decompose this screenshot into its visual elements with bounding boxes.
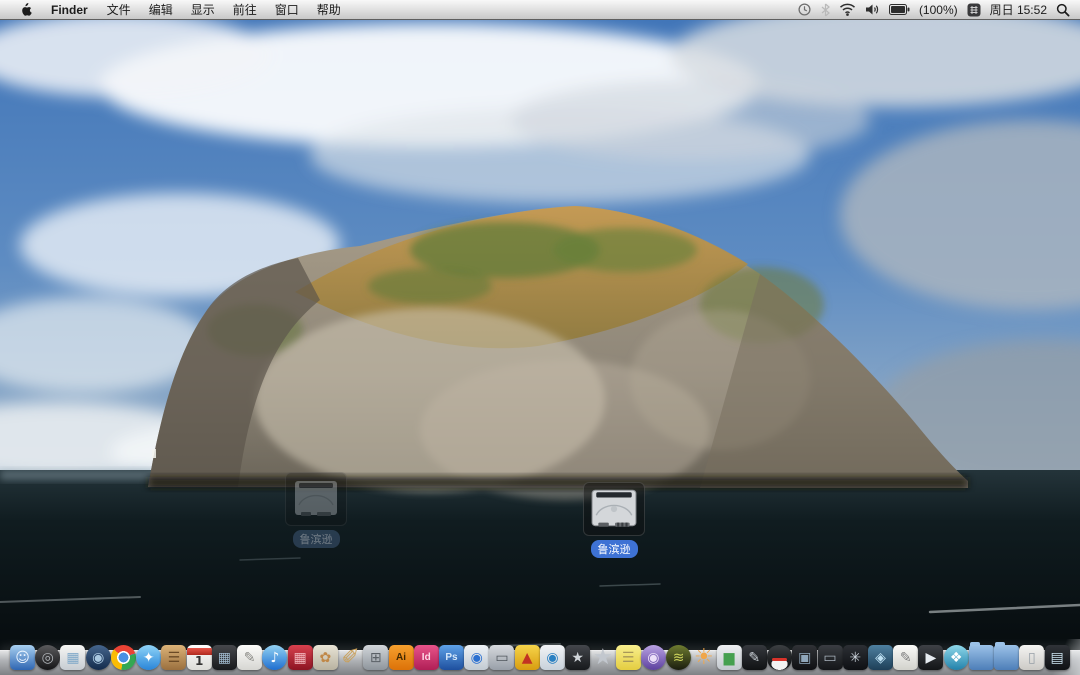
- documents-folder-dock-icon[interactable]: [994, 645, 1019, 670]
- hard-drive-icon: [293, 479, 339, 519]
- white-device-app-dock-icon[interactable]: ▯: [1019, 645, 1044, 670]
- dvd-player-app-dock-icon[interactable]: ◉: [641, 645, 666, 670]
- compass-box-app-dock-icon[interactable]: ◉: [464, 645, 489, 670]
- menubar-menu-5[interactable]: 帮助: [308, 1, 350, 18]
- iphoto-app-dock-icon[interactable]: ✿: [313, 645, 338, 670]
- chrome-app-dock-icon[interactable]: [111, 645, 136, 670]
- red-media-app-dock-icon[interactable]: ▦: [288, 645, 313, 670]
- menubar-menu-0[interactable]: 文件: [98, 1, 140, 18]
- star-app-dock-icon[interactable]: ★: [590, 645, 615, 670]
- volume-icon-robinson[interactable]: 鲁滨逊: [580, 482, 648, 558]
- battery-icon[interactable]: [889, 4, 910, 15]
- menubar-menu-4[interactable]: 窗口: [266, 1, 308, 18]
- gray-utility-app-dock-icon[interactable]: ⊞: [363, 645, 388, 670]
- icon-selection-box: [583, 482, 645, 536]
- menubar-menu-1[interactable]: 编辑: [140, 1, 182, 18]
- finder-dock-icon[interactable]: ☺: [10, 645, 35, 670]
- menubar-clock[interactable]: 周日 15:52: [990, 1, 1047, 18]
- imovie-app-dock-icon[interactable]: ★: [565, 645, 590, 670]
- indesign-app-dock-icon[interactable]: Id: [414, 645, 439, 670]
- apple-menu[interactable]: [10, 3, 41, 17]
- white-document-app-dock-icon[interactable]: ✎: [893, 645, 918, 670]
- menu-bar: Finder 文件编辑显示前往窗口帮助 (100%) 周日 15:52: [0, 0, 1080, 20]
- dock-items: ☺◎▦◉✦☰1▦✎♪▦✿✐⊞AiIdPs◉▭▲◉★★☰◉≋☀▆✎▣▭✳◈✎▶❖▯…: [10, 645, 1070, 670]
- qq-app-dock-icon[interactable]: [767, 645, 792, 670]
- yellow-red-app-dock-icon[interactable]: ▲: [515, 645, 540, 670]
- textedit-app-dock-icon[interactable]: ✎: [237, 645, 262, 670]
- contacts-app-dock-icon[interactable]: ☰: [161, 645, 186, 670]
- eye-app-dock-icon[interactable]: ◉: [540, 645, 565, 670]
- video-player-app-dock-icon[interactable]: ▶: [918, 645, 943, 670]
- hard-drive-icon: [590, 488, 638, 530]
- menubar-menu-3[interactable]: 前往: [224, 1, 266, 18]
- dark-photo-app-dock-icon[interactable]: ▣: [792, 645, 817, 670]
- itunes-app-dock-icon[interactable]: ♪: [262, 645, 287, 670]
- volume-icon[interactable]: [865, 3, 880, 16]
- time-machine-icon[interactable]: [797, 2, 812, 17]
- active-app-name[interactable]: Finder: [41, 3, 98, 17]
- ghost-selection-box: [285, 472, 347, 526]
- calendar-app-dock-icon[interactable]: 1: [187, 645, 212, 670]
- photoshop-app-dock-icon[interactable]: Ps: [439, 645, 464, 670]
- dark-display-app-dock-icon[interactable]: ▭: [818, 645, 843, 670]
- brush-app-dock-icon[interactable]: ✐: [338, 645, 363, 670]
- spotlight-icon[interactable]: [1056, 3, 1070, 17]
- teal-box-app-dock-icon[interactable]: ◈: [868, 645, 893, 670]
- camera-lens-app-dock-icon[interactable]: ◎: [35, 645, 60, 670]
- menubar-menu-2[interactable]: 显示: [182, 1, 224, 18]
- striped-sphere-app-dock-icon[interactable]: ≋: [666, 645, 691, 670]
- chart-app-dock-icon[interactable]: ▆: [717, 645, 742, 670]
- dark-pen-app-dock-icon[interactable]: ✎: [742, 645, 767, 670]
- dock: ☺◎▦◉✦☰1▦✎♪▦✿✐⊞AiIdPs◉▭▲◉★★☰◉≋☀▆✎▣▭✳◈✎▶❖▯…: [0, 639, 1080, 675]
- wifi-icon[interactable]: [839, 3, 856, 16]
- volume-label: 鲁滨逊: [591, 540, 638, 558]
- asterisk-app-dock-icon[interactable]: ✳: [843, 645, 868, 670]
- apple-icon: [19, 3, 32, 17]
- stickies-app-dock-icon[interactable]: ☰: [616, 645, 641, 670]
- illustrator-app-dock-icon[interactable]: Ai: [389, 645, 414, 670]
- applications-folder-dock-icon[interactable]: [969, 645, 994, 670]
- battery-percentage[interactable]: (100%): [919, 3, 958, 17]
- menubar-menus: 文件编辑显示前往窗口帮助: [98, 1, 350, 18]
- desktop-wallpaper: [0, 0, 1080, 675]
- preview-app-dock-icon[interactable]: ▦: [60, 645, 85, 670]
- input-method-icon[interactable]: [967, 3, 981, 17]
- photo-stack-app-dock-icon[interactable]: ▦: [212, 645, 237, 670]
- facetime-app-dock-icon[interactable]: ✦: [136, 645, 161, 670]
- terminal-display-app-dock-icon[interactable]: ▤: [1045, 645, 1070, 670]
- lamp-app-dock-icon[interactable]: ☀: [691, 645, 716, 670]
- volume-icon-drag-ghost[interactable]: 鲁滨逊: [282, 472, 350, 548]
- blue-globe-app-dock-icon[interactable]: ◉: [86, 645, 111, 670]
- blue-creature-app-dock-icon[interactable]: ❖: [944, 645, 969, 670]
- ghost-volume-label: 鲁滨逊: [293, 530, 340, 548]
- display-photo-app-dock-icon[interactable]: ▭: [489, 645, 514, 670]
- bluetooth-icon[interactable]: [821, 3, 830, 17]
